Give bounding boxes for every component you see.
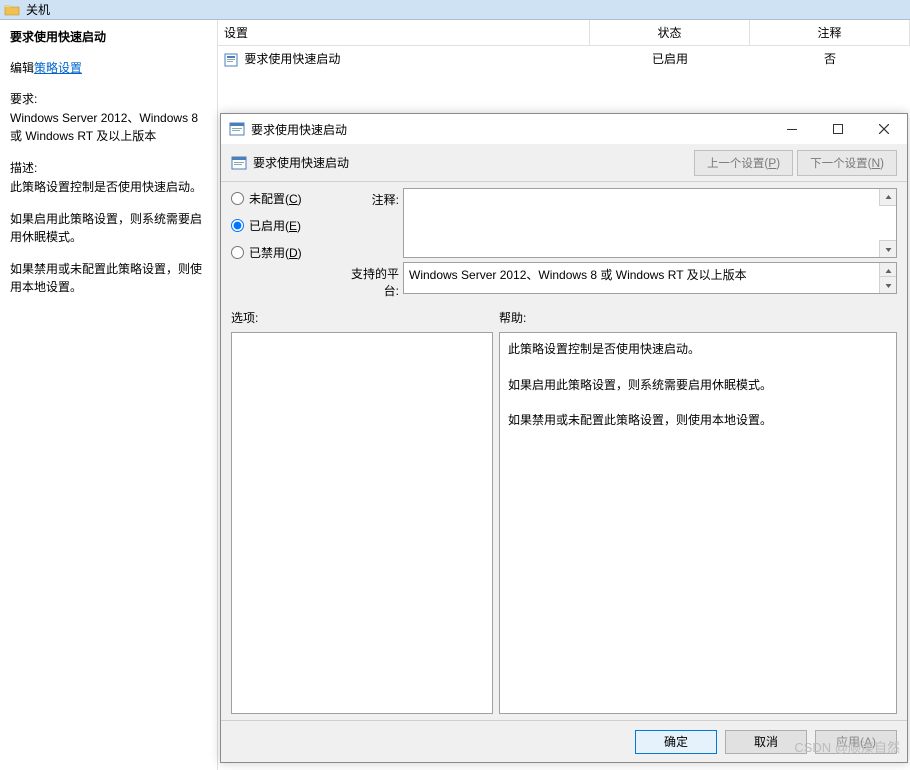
scroll-down-icon[interactable] xyxy=(879,240,896,257)
edit-policy-line: 编辑策略设置 xyxy=(10,59,207,76)
policy-icon xyxy=(224,53,238,67)
row-state: 已启用 xyxy=(590,46,750,71)
policy-dialog: 要求使用快速启动 要求使用快速启动 上一个设置(P) 下一个设置(N) 未配置(… xyxy=(220,113,908,763)
row-setting: 要求使用快速启动 xyxy=(244,52,340,66)
col-comment[interactable]: 注释 xyxy=(750,20,910,45)
platform-label: 支持的平台: xyxy=(341,262,403,299)
help-p3: 如果禁用或未配置此策略设置，则使用本地设置。 xyxy=(508,410,888,432)
table-row[interactable]: 要求使用快速启动 已启用 否 xyxy=(218,46,910,71)
radio-disabled[interactable]: 已禁用(D) xyxy=(231,244,331,261)
watermark: CSDN @顺溱自然 xyxy=(794,737,900,756)
dialog-title: 要求使用快速启动 xyxy=(251,121,769,138)
radio-enabled[interactable]: 已启用(E) xyxy=(231,217,331,234)
requirements-label: 要求: xyxy=(10,90,207,107)
scroll-up-icon[interactable] xyxy=(879,189,896,206)
help-p2: 如果启用此策略设置，则系统需要启用休眠模式。 xyxy=(508,375,888,397)
next-setting-button[interactable]: 下一个设置(N) xyxy=(797,150,897,176)
description-p1: 如果启用此策略设置，则系统需要启用休眠模式。 xyxy=(10,210,207,246)
help-p1: 此策略设置控制是否使用快速启动。 xyxy=(508,339,888,361)
help-label: 帮助: xyxy=(499,309,897,326)
policy-title: 要求使用快速启动 xyxy=(10,28,207,45)
window-header: 关机 xyxy=(0,0,910,20)
help-panel: 此策略设置控制是否使用快速启动。 如果启用此策略设置，则系统需要启用休眠模式。 … xyxy=(499,332,897,714)
toolbar-policy-icon xyxy=(231,155,247,171)
details-pane: 要求使用快速启动 编辑策略设置 要求: Windows Server 2012、… xyxy=(0,20,218,770)
minimize-button[interactable] xyxy=(769,114,815,144)
comment-label: 注释: xyxy=(341,188,403,208)
row-comment: 否 xyxy=(750,46,910,71)
platform-field: Windows Server 2012、Windows 8 或 Windows … xyxy=(403,262,897,294)
col-state[interactable]: 状态 xyxy=(590,20,750,45)
maximize-button[interactable] xyxy=(815,114,861,144)
window-title: 关机 xyxy=(26,1,50,18)
scroll-down-icon[interactable] xyxy=(879,276,896,293)
description-label: 描述: xyxy=(10,159,207,176)
comment-field[interactable] xyxy=(403,188,897,258)
options-label: 选项: xyxy=(231,309,499,326)
dialog-titlebar[interactable]: 要求使用快速启动 xyxy=(221,114,907,144)
options-panel xyxy=(231,332,493,714)
toolbar-title: 要求使用快速启动 xyxy=(253,154,690,171)
close-button[interactable] xyxy=(861,114,907,144)
description-p2: 如果禁用或未配置此策略设置，则使用本地设置。 xyxy=(10,260,207,296)
dialog-icon xyxy=(229,121,245,137)
folder-icon xyxy=(4,3,20,16)
requirements-text: Windows Server 2012、Windows 8 或 Windows … xyxy=(10,109,207,145)
radio-not-configured[interactable]: 未配置(C) xyxy=(231,190,331,207)
edit-policy-link[interactable]: 策略设置 xyxy=(34,61,82,75)
state-radio-group: 未配置(C) 已启用(E) 已禁用(D) xyxy=(231,188,331,303)
col-setting[interactable]: 设置 xyxy=(218,20,590,45)
description-text: 此策略设置控制是否使用快速启动。 xyxy=(10,178,207,196)
ok-button[interactable]: 确定 xyxy=(635,730,717,754)
table-header: 设置 状态 注释 xyxy=(218,20,910,46)
dialog-toolbar: 要求使用快速启动 上一个设置(P) 下一个设置(N) xyxy=(221,144,907,182)
prev-setting-button[interactable]: 上一个设置(P) xyxy=(694,150,793,176)
